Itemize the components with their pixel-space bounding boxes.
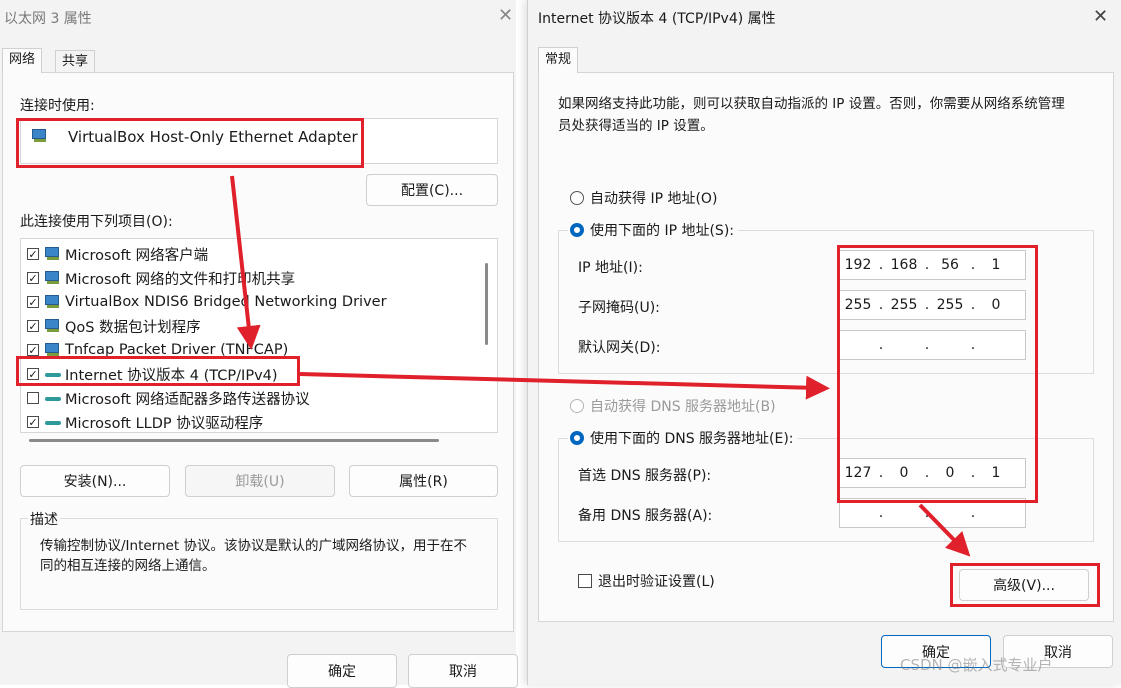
arrow-fields-to-advanced: [918, 503, 971, 557]
arrow-ipv4-to-ip-fields: [299, 372, 830, 400]
tab-network[interactable]: 网络: [2, 48, 43, 73]
arrow-adapter-to-ipv4: [230, 175, 261, 350]
watermark: CSDN @嵌入式专业户: [900, 656, 1053, 674]
tab-general[interactable]: 常规: [538, 47, 579, 73]
annotation-arrows: [230, 175, 971, 557]
